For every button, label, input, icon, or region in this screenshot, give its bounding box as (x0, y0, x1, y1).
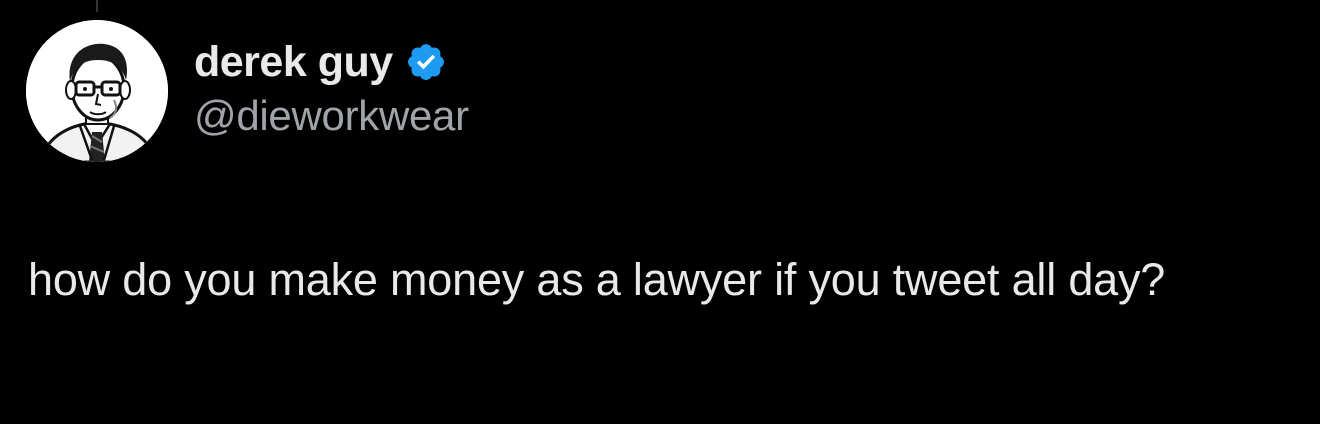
author-info: derek guy @dieworkwear (194, 36, 469, 140)
tweet-header: derek guy @dieworkwear (26, 20, 469, 162)
portrait-illustration-icon (26, 20, 168, 162)
display-name-row: derek guy (194, 36, 469, 88)
thread-connector-line (96, 0, 98, 12)
tweet-text: how do you make money as a lawyer if you… (28, 254, 1166, 305)
author-handle[interactable]: @dieworkwear (194, 92, 469, 140)
avatar[interactable] (26, 20, 168, 162)
author-display-name[interactable]: derek guy (194, 38, 393, 87)
verified-badge-icon[interactable] (405, 41, 447, 83)
